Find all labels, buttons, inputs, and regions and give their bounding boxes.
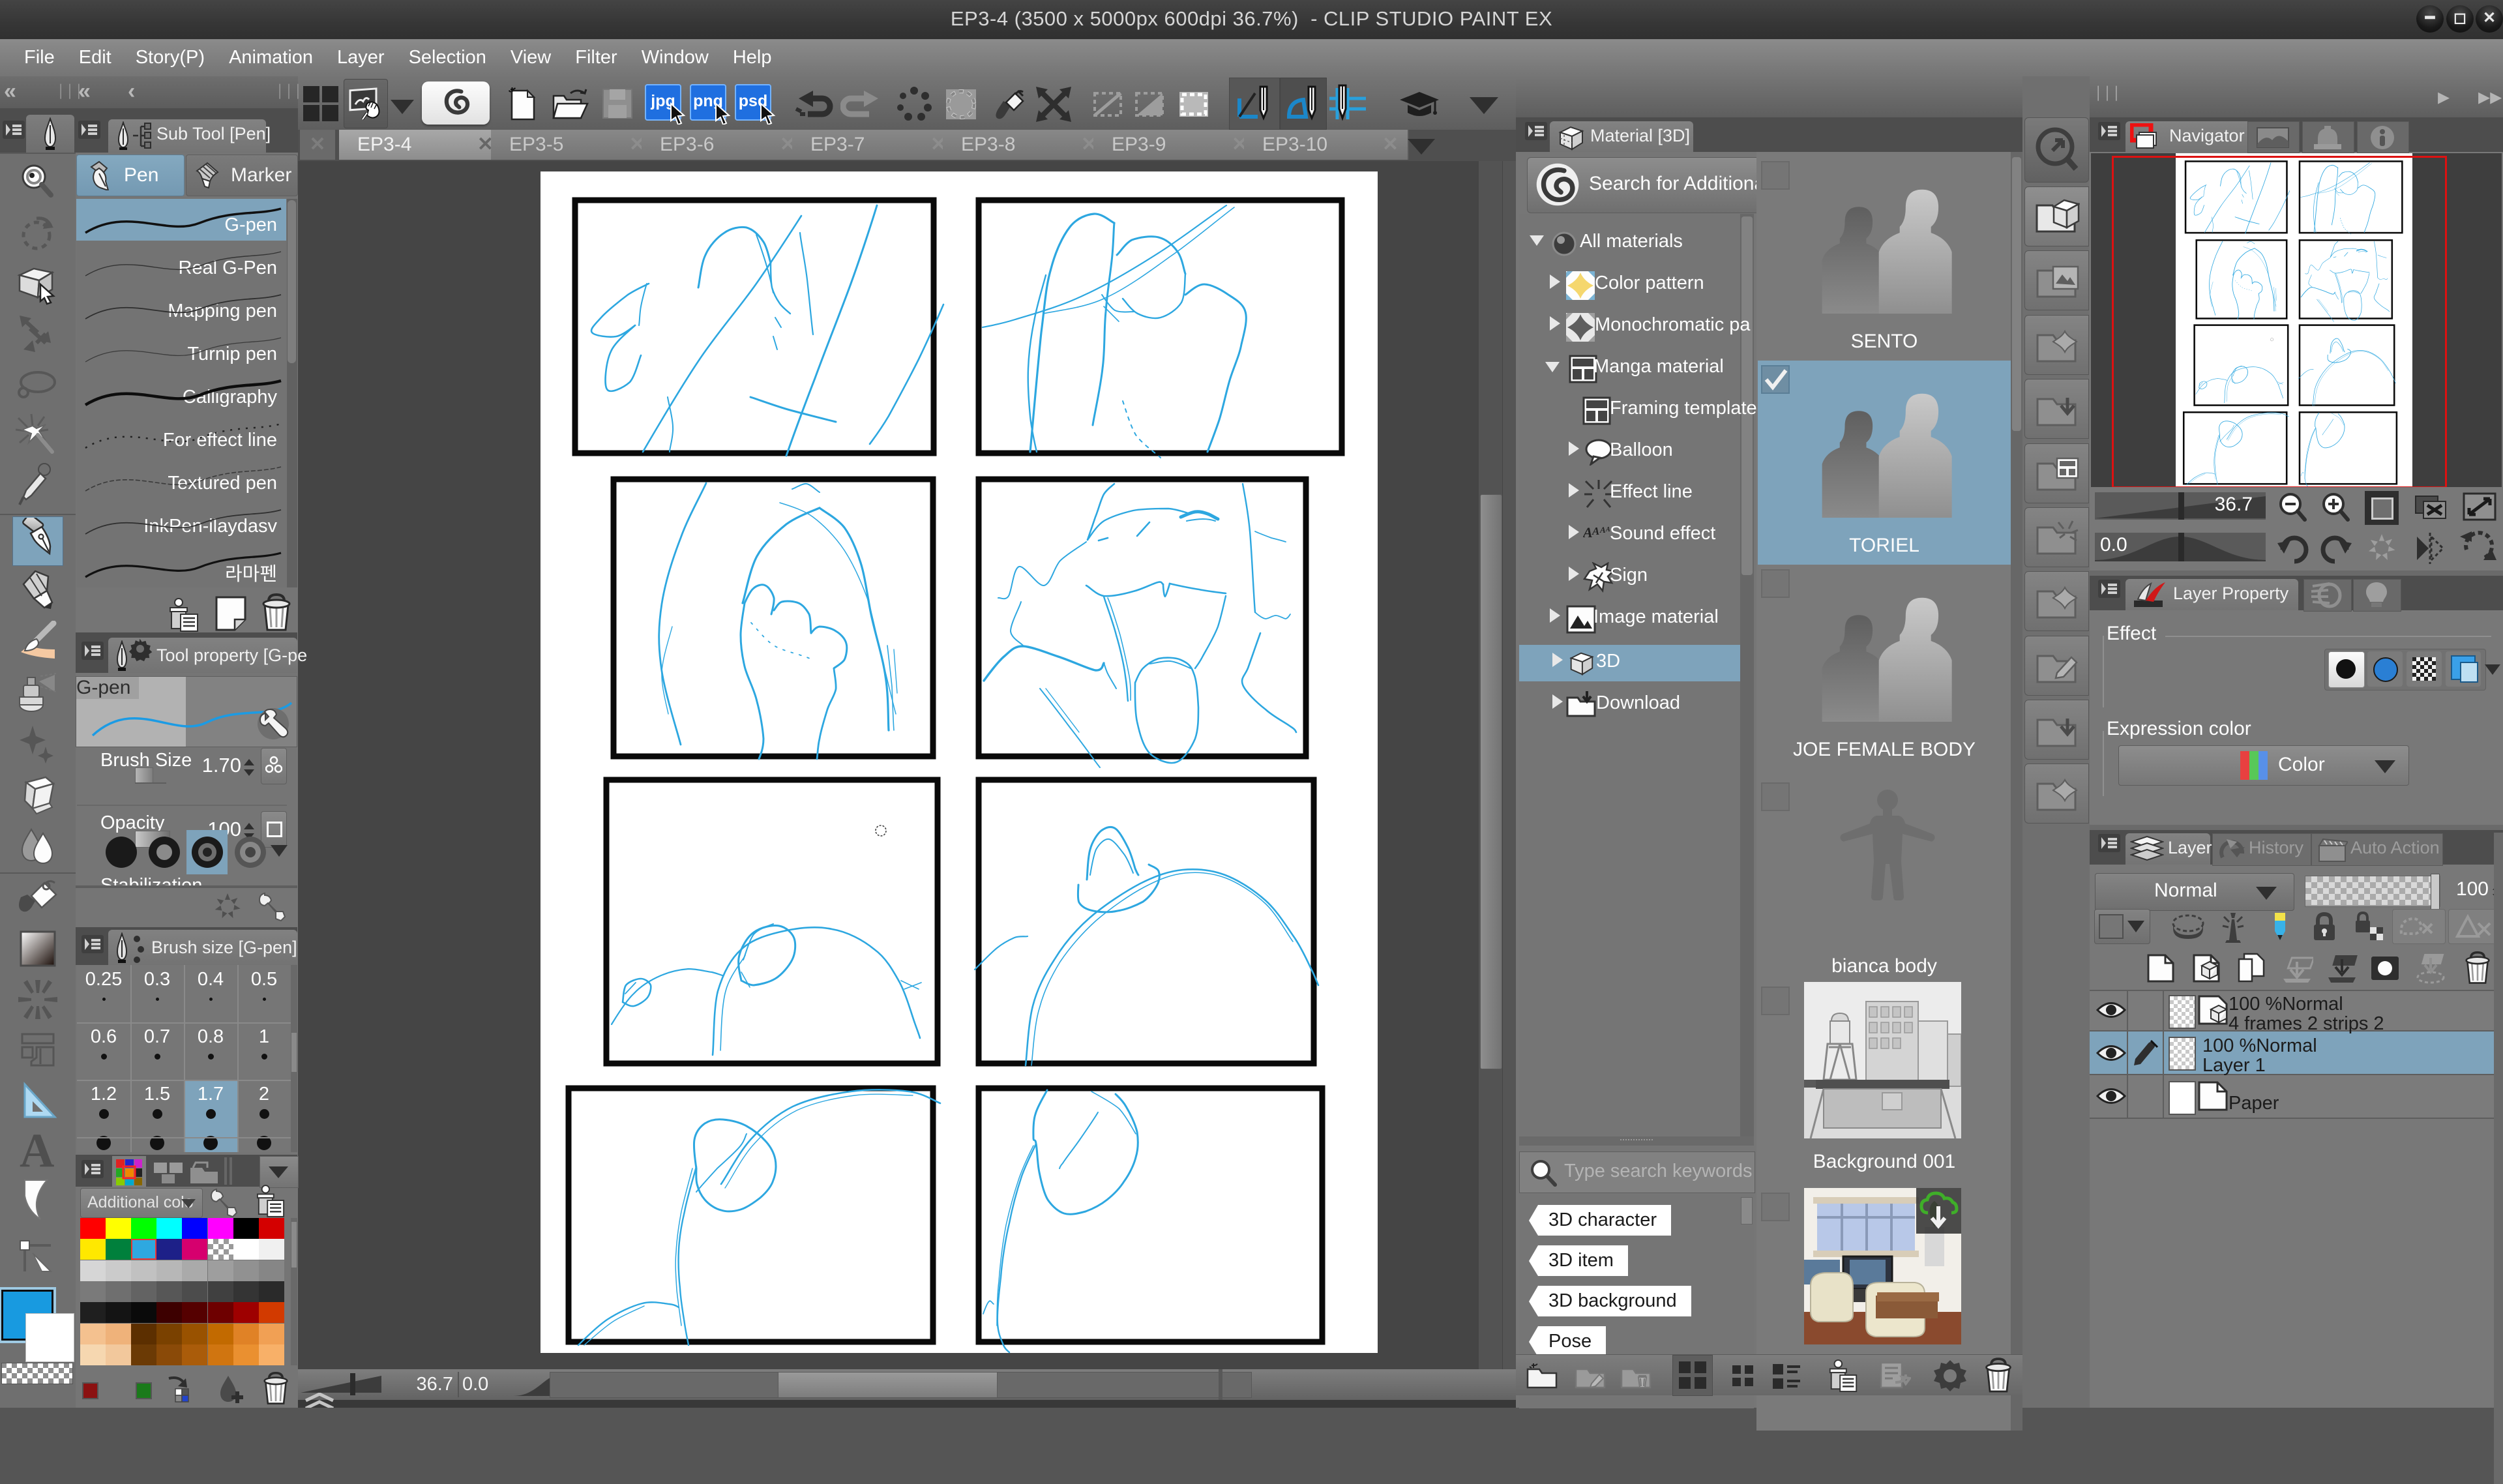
- svg-text:A: A: [1583, 524, 1593, 541]
- svg-text:A: A: [1599, 525, 1606, 535]
- svg-text:A: A: [1592, 525, 1599, 537]
